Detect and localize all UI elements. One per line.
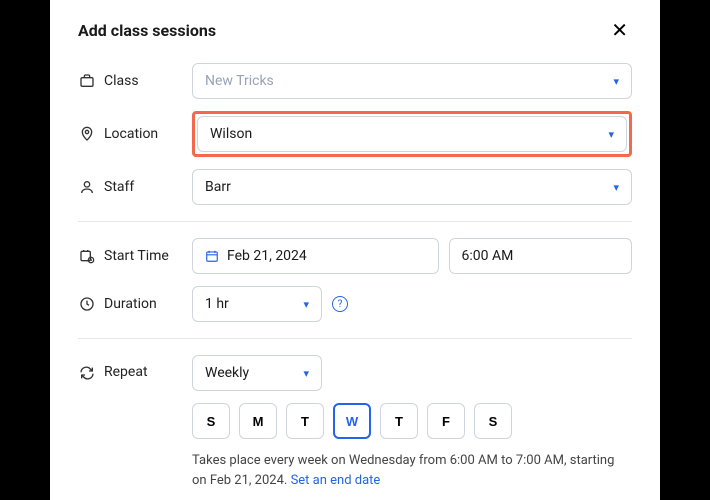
repeat-summary: Takes place every week on Wednesday from…	[192, 451, 632, 490]
location-label: Location	[104, 126, 184, 142]
staff-value: Barr	[205, 179, 231, 195]
divider	[78, 338, 632, 339]
chevron-down-icon: ▾	[608, 128, 614, 141]
class-select[interactable]: New Tricks ▾	[192, 63, 632, 99]
calendar-clock-icon	[78, 247, 96, 265]
days-row: SMTWTFS	[192, 403, 632, 439]
duration-select[interactable]: 1 hr ▾	[192, 286, 322, 322]
class-row: Class New Tricks ▾	[78, 63, 632, 99]
person-icon	[78, 178, 96, 196]
duration-value: 1 hr	[205, 296, 229, 312]
time-input[interactable]: 6:00 AM	[449, 238, 633, 274]
day-button-6[interactable]: S	[474, 403, 512, 439]
day-button-5[interactable]: F	[427, 403, 465, 439]
chevron-down-icon: ▾	[613, 75, 619, 88]
calendar-icon	[205, 249, 219, 263]
time-value: 6:00 AM	[462, 248, 514, 264]
date-value: Feb 21, 2024	[227, 248, 307, 264]
start-time-label: Start Time	[104, 248, 184, 264]
help-icon[interactable]: ?	[332, 296, 348, 312]
date-input[interactable]: Feb 21, 2024	[192, 238, 439, 274]
repeat-label: Repeat	[104, 364, 184, 380]
duration-label: Duration	[104, 296, 184, 312]
modal-header: Add class sessions ✕	[78, 18, 632, 43]
repeat-row: Repeat Weekly ▾ SMTWTFS Takes place ever…	[78, 355, 632, 490]
modal-title: Add class sessions	[78, 21, 216, 40]
chevron-down-icon: ▾	[303, 367, 309, 380]
briefcase-icon	[78, 72, 96, 90]
chevron-down-icon: ▾	[613, 181, 619, 194]
location-pin-icon	[78, 125, 96, 143]
start-time-row: Start Time Feb 21, 2024 6:00 AM	[78, 238, 632, 274]
add-class-sessions-modal: Add class sessions ✕ Class New Tricks ▾ …	[50, 0, 660, 500]
location-select[interactable]: Wilson ▾	[197, 116, 627, 152]
staff-select[interactable]: Barr ▾	[192, 169, 632, 205]
clock-icon	[78, 295, 96, 313]
repeat-select[interactable]: Weekly ▾	[192, 355, 322, 391]
location-row: Location Wilson ▾	[78, 111, 632, 157]
class-placeholder: New Tricks	[205, 73, 274, 89]
staff-row: Staff Barr ▾	[78, 169, 632, 205]
repeat-icon	[78, 364, 96, 382]
class-label: Class	[104, 73, 184, 89]
day-button-3[interactable]: W	[333, 403, 371, 439]
day-button-1[interactable]: M	[239, 403, 277, 439]
day-button-2[interactable]: T	[286, 403, 324, 439]
day-button-0[interactable]: S	[192, 403, 230, 439]
duration-row: Duration 1 hr ▾ ?	[78, 286, 632, 322]
repeat-value: Weekly	[205, 365, 249, 381]
divider	[78, 221, 632, 222]
repeat-summary-text: Takes place every week on Wednesday from…	[192, 453, 614, 488]
location-value: Wilson	[210, 126, 252, 142]
location-highlight: Wilson ▾	[192, 111, 632, 157]
day-button-4[interactable]: T	[380, 403, 418, 439]
chevron-down-icon: ▾	[303, 298, 309, 311]
staff-label: Staff	[104, 179, 184, 195]
set-end-date-link[interactable]: Set an end date	[291, 473, 381, 488]
close-button[interactable]: ✕	[607, 18, 632, 43]
